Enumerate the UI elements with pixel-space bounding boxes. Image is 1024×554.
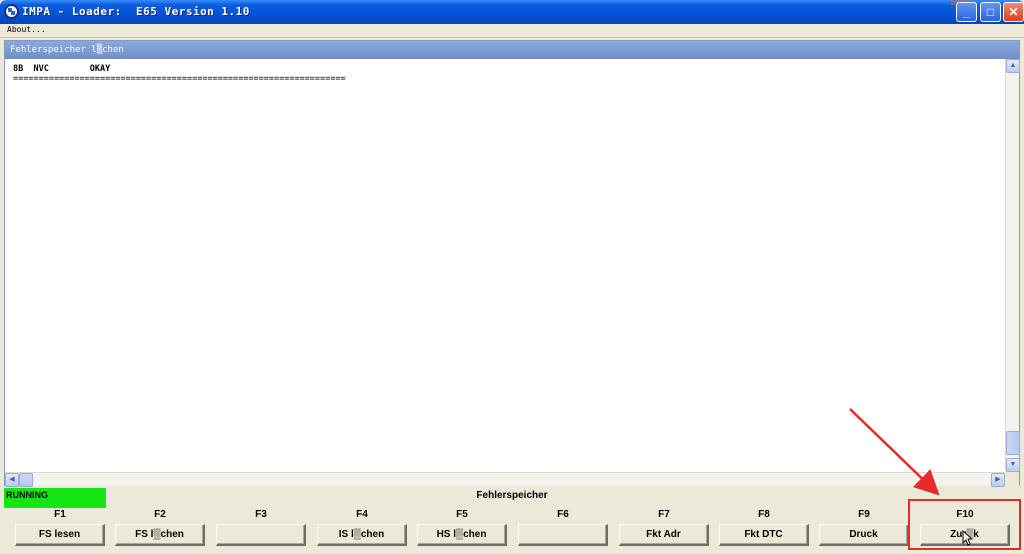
fs-loeschen-button[interactable]: FS l▒chen: [115, 524, 205, 546]
vertical-scrollbar[interactable]: ▲ ▼: [1005, 59, 1020, 472]
fkey-label-f9: F9: [858, 509, 870, 520]
mouse-cursor-icon: [962, 530, 972, 546]
fkey-label-f8: F8: [758, 509, 770, 520]
fehlerspeicher-panel: Fehlerspeicher l▒chen 8B NVC OKAY ======…: [4, 40, 1020, 487]
fkt-adr-button[interactable]: Fkt Adr: [619, 524, 709, 546]
menu-item-about[interactable]: About...: [7, 25, 46, 34]
druck-button[interactable]: Druck: [819, 524, 909, 546]
f6-button[interactable]: [518, 524, 608, 546]
hs-loeschen-button[interactable]: HS l▒chen: [417, 524, 507, 546]
fkey-label-f4: F4: [356, 509, 368, 520]
output-separator: ========================================…: [13, 74, 346, 84]
fkey-label-f1: F1: [54, 509, 66, 520]
panel-title: Fehlerspeicher l▒chen: [10, 45, 124, 55]
scroll-left-icon[interactable]: ◀: [5, 473, 19, 487]
close-button[interactable]: ✕: [1003, 2, 1024, 22]
title-bar[interactable]: IMPA - Loader: E65 Version 1.10 1/4/04 _…: [0, 0, 1024, 24]
output-line: 8B NVC OKAY: [13, 64, 111, 74]
fkey-label-f7: F7: [658, 509, 670, 520]
fs-lesen-button[interactable]: FS lesen: [15, 524, 105, 546]
scroll-down-icon[interactable]: ▼: [1006, 458, 1020, 472]
bmw-logo-icon: [4, 4, 19, 19]
window-title: IMPA - Loader: E65 Version 1.10: [22, 5, 250, 18]
scrollbar-corner: [1005, 472, 1019, 486]
scroll-right-icon[interactable]: ▶: [991, 473, 1005, 487]
horizontal-scroll-thumb[interactable]: [19, 473, 33, 487]
maximize-button[interactable]: □: [980, 2, 1001, 22]
scroll-up-icon[interactable]: ▲: [1006, 59, 1020, 73]
output-text-area[interactable]: 8B NVC OKAY ============================…: [5, 59, 1005, 472]
status-title: Fehlerspeicher: [476, 490, 548, 501]
is-loeschen-button[interactable]: IS l▒chen: [317, 524, 407, 546]
fkey-label-f3: F3: [255, 509, 267, 520]
f3-button[interactable]: [216, 524, 306, 546]
fkey-label-f6: F6: [557, 509, 569, 520]
panel-header: Fehlerspeicher l▒chen: [5, 41, 1019, 59]
minimize-button[interactable]: _: [956, 2, 977, 22]
fkey-label-f5: F5: [456, 509, 468, 520]
impa-window: IMPA - Loader: E65 Version 1.10 1/4/04 _…: [0, 0, 1024, 554]
fkt-dtc-button[interactable]: Fkt DTC: [719, 524, 809, 546]
fkey-label-f2: F2: [154, 509, 166, 520]
horizontal-scrollbar[interactable]: ◀ ▶: [5, 472, 1005, 487]
vertical-scroll-thumb[interactable]: [1006, 431, 1020, 455]
menu-bar: About...: [0, 24, 1024, 38]
